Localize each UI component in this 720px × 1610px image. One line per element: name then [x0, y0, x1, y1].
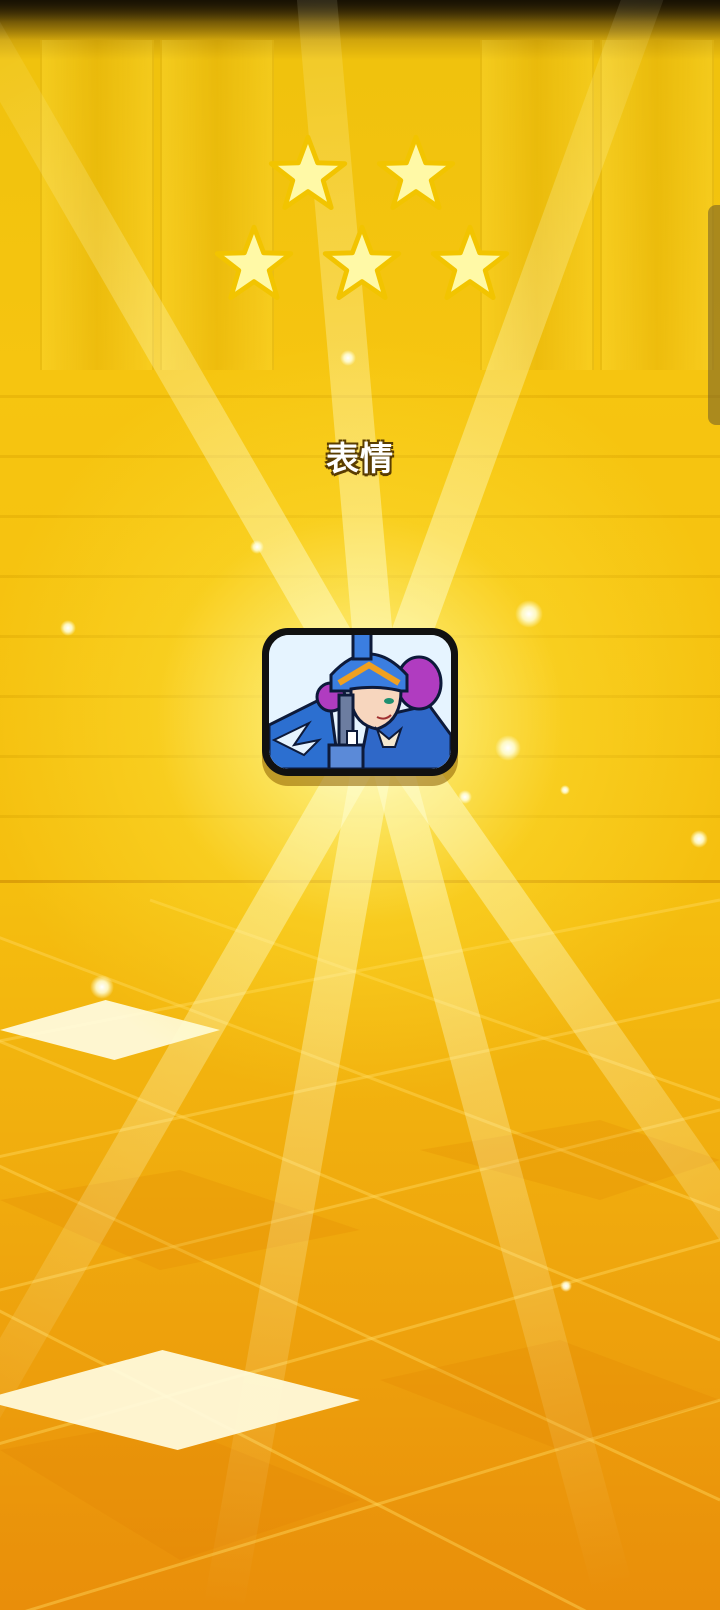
star-icon [430, 224, 510, 300]
reward-title: 表情 [326, 439, 394, 478]
reward-card[interactable] [262, 628, 458, 776]
reward-card-inner [269, 635, 451, 769]
musketeer-emote-icon [269, 635, 451, 769]
sparkle [60, 620, 76, 636]
sparkle [250, 540, 264, 554]
sparkle [458, 790, 472, 804]
sparkle [560, 785, 570, 795]
star-icon [322, 224, 402, 300]
reward-screen[interactable]: 表情 [0, 0, 720, 1610]
sparkle [340, 350, 356, 366]
star-icon [268, 134, 348, 211]
sparkle [90, 975, 114, 999]
sparkle [515, 600, 543, 628]
sparkle [495, 735, 521, 761]
sparkle [690, 830, 708, 848]
sparkle [560, 1280, 572, 1292]
star-icon [376, 134, 456, 211]
side-drawer-handle[interactable] [708, 205, 720, 425]
star-icon [214, 224, 294, 300]
